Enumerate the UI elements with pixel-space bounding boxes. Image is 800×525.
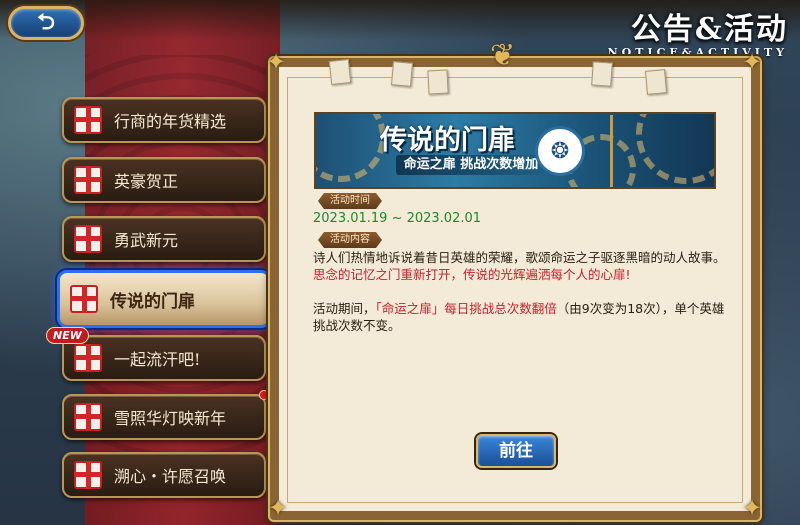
description-highlight: 「命运之扉」每日挑战总次数翻倍 bbox=[375, 301, 557, 316]
dragon-seal-icon: ❂ bbox=[535, 126, 585, 176]
corner-ornament-icon: ✦ bbox=[266, 48, 287, 76]
sidebar-item-label: 行商的年货精选 bbox=[114, 112, 227, 131]
event-description: 诗人们热情地诉说着昔日英雄的荣耀，歌颂命运之子驱逐黑暗的动人故事。思念的记忆之门… bbox=[313, 249, 728, 351]
sidebar-item-4[interactable]: 一起流汗吧! bbox=[62, 335, 266, 381]
sidebar-item-1[interactable]: 英豪贺正 bbox=[62, 157, 266, 203]
go-button[interactable]: 前往 bbox=[476, 434, 556, 468]
gear-icon bbox=[316, 114, 386, 182]
gift-icon bbox=[74, 225, 102, 253]
pinned-note-icon bbox=[591, 61, 613, 87]
sidebar-item-0[interactable]: 行商的年货精选 bbox=[62, 97, 266, 143]
content-label: 活动内容 bbox=[318, 232, 382, 248]
gift-icon bbox=[70, 285, 98, 313]
pinned-note-icon bbox=[390, 61, 414, 87]
pinned-note-icon bbox=[644, 69, 668, 95]
sidebar-item-label: 雪照华灯映新年 bbox=[114, 409, 227, 428]
corner-ornament-icon: ✦ bbox=[742, 494, 763, 522]
description-paragraph-1: 诗人们热情地诉说着昔日英雄的荣耀，歌颂命运之子驱逐黑暗的动人故事。思念的记忆之门… bbox=[313, 249, 728, 283]
gift-icon bbox=[74, 461, 102, 489]
back-button[interactable]: ⮌ bbox=[8, 6, 84, 40]
pinned-note-icon bbox=[427, 69, 449, 95]
description-text: 诗人们热情地诉说着昔日英雄的荣耀，歌颂命运之子驱逐黑暗的动人故事。 bbox=[313, 250, 726, 265]
clock-hand-ornament bbox=[610, 115, 710, 187]
gift-icon bbox=[74, 166, 102, 194]
gift-icon bbox=[74, 106, 102, 134]
corner-ornament-icon: ✦ bbox=[742, 48, 763, 76]
new-badge: NEW bbox=[46, 327, 89, 344]
notification-dot bbox=[259, 390, 269, 400]
corner-ornament-icon: ✦ bbox=[268, 494, 289, 522]
sidebar-item-5[interactable]: 雪照华灯映新年 bbox=[62, 394, 266, 440]
red-banner-backdrop bbox=[85, 0, 280, 525]
gift-icon bbox=[74, 344, 102, 372]
sidebar-item-3[interactable]: 传说的门扉 bbox=[57, 270, 271, 328]
banner-subtitle: 命运之扉 挑战次数增加 bbox=[396, 155, 546, 175]
description-paragraph-2: 活动期间，「命运之扉」每日挑战总次数翻倍（由9次变为18次），单个英雄挑战次数不… bbox=[313, 300, 728, 334]
sidebar-item-label: 溯心・许愿召唤 bbox=[114, 467, 227, 486]
sidebar-item-label: 勇武新元 bbox=[114, 231, 179, 250]
sidebar-item-label: 英豪贺正 bbox=[114, 172, 179, 191]
crest-ornament-icon: ❦ bbox=[490, 38, 516, 73]
back-arrow-icon: ⮌ bbox=[37, 10, 55, 35]
time-label: 活动时间 bbox=[318, 193, 382, 209]
gift-icon bbox=[74, 403, 102, 431]
pinned-note-icon bbox=[328, 59, 352, 85]
sidebar-item-label: 传说的门扉 bbox=[110, 291, 195, 312]
description-highlight: 思念的记忆之门重新打开，传说的光辉遍洒每个人的心扉! bbox=[313, 267, 631, 282]
event-date: 2023.01.19 ~ 2023.02.01 bbox=[313, 211, 482, 226]
banner-title: 传说的门扉 bbox=[380, 125, 515, 156]
sidebar-item-2[interactable]: 勇武新元 bbox=[62, 216, 266, 262]
sidebar-item-label: 一起流汗吧! bbox=[114, 350, 201, 369]
sidebar-item-6[interactable]: 溯心・许愿召唤 bbox=[62, 452, 266, 498]
description-text: 活动期间， bbox=[313, 301, 376, 316]
page-title: 公告&活动 bbox=[630, 12, 788, 47]
